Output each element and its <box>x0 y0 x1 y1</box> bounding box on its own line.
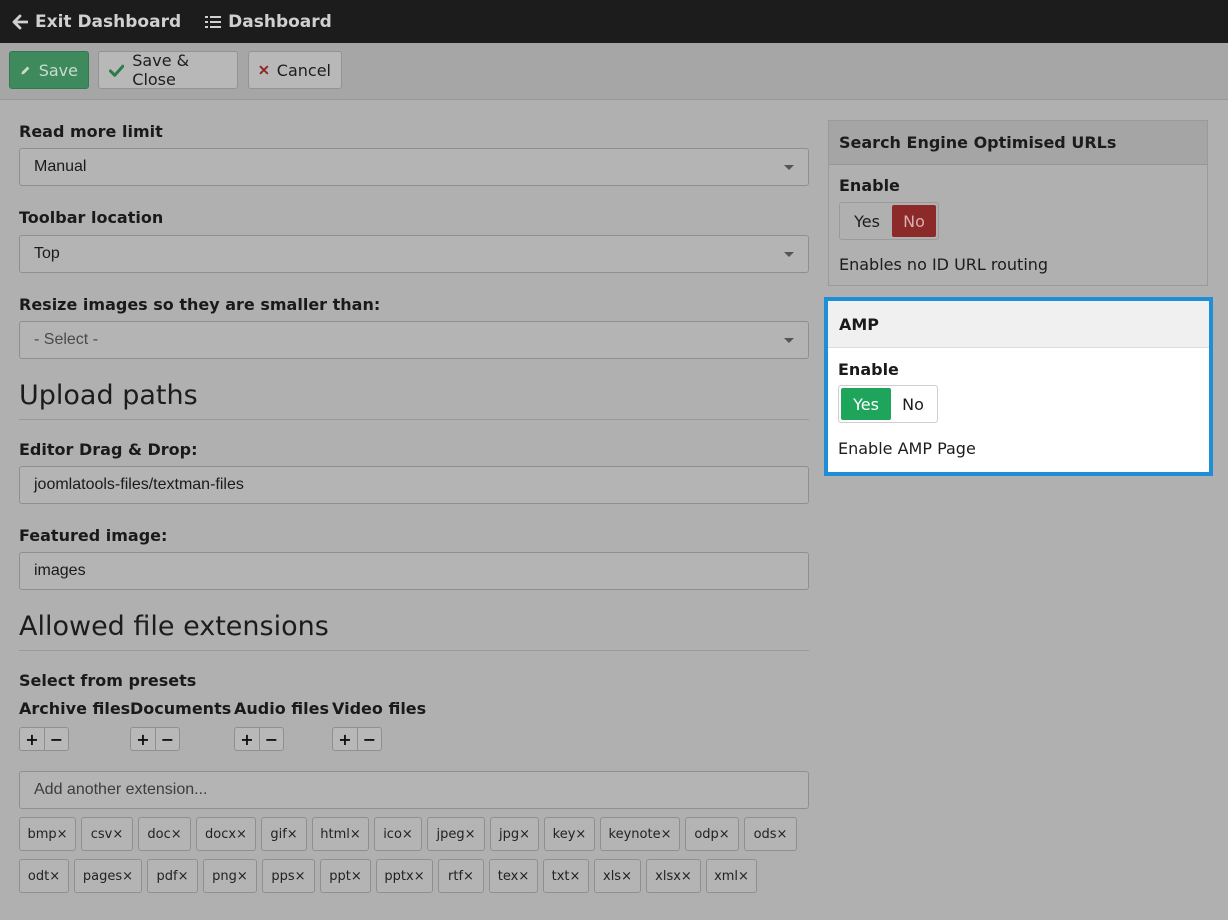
read-more-select[interactable]: Manual <box>19 148 809 186</box>
upload-paths-heading: Upload paths <box>19 380 809 420</box>
save-button[interactable]: Save <box>9 51 89 89</box>
amp-panel: AMP Enable Yes No Enable AMP Page <box>824 297 1213 476</box>
extension-tag[interactable]: bmp× <box>19 817 76 851</box>
top-bar: Exit Dashboard Dashboard <box>0 0 1228 43</box>
preset-audio-remove-button[interactable]: − <box>259 728 283 750</box>
cancel-button[interactable]: Cancel <box>248 51 342 89</box>
extension-tag[interactable]: pdf× <box>147 859 198 893</box>
preset-archive-label: Archive files <box>19 699 131 718</box>
amp-panel-title: AMP <box>828 301 1209 348</box>
preset-audio-controls: + − <box>234 727 284 751</box>
preset-documents-controls: + − <box>130 727 180 751</box>
save-close-label: Save & Close <box>132 51 190 89</box>
read-more-value: Manual <box>34 158 87 175</box>
extension-tag[interactable]: xls× <box>594 859 641 893</box>
add-extension-placeholder: Add another extension... <box>34 781 208 798</box>
preset-archive-remove-button[interactable]: − <box>44 728 68 750</box>
amp-yes-option[interactable]: Yes <box>841 388 891 420</box>
extension-tag[interactable]: pages× <box>74 859 142 893</box>
extension-tag[interactable]: tex× <box>489 859 538 893</box>
preset-archive-controls: + − <box>19 727 69 751</box>
extension-tag[interactable]: odt× <box>19 859 69 893</box>
extension-tag[interactable]: jpeg× <box>427 817 485 851</box>
toolbar-location-value: Top <box>34 245 60 262</box>
extension-tag[interactable]: keynote× <box>600 817 680 851</box>
resize-images-select[interactable]: - Select - <box>19 321 809 359</box>
extension-tag[interactable]: xml× <box>706 859 757 893</box>
toolbar-location-select[interactable]: Top <box>19 235 809 273</box>
preset-video-controls: + − <box>332 727 382 751</box>
chevron-down-icon <box>784 165 794 170</box>
chevron-down-icon <box>784 252 794 257</box>
extension-tag[interactable]: pps× <box>262 859 315 893</box>
preset-audio-add-button[interactable]: + <box>235 728 259 750</box>
editor-dnd-input[interactable]: joomlatools-files/textman-files <box>19 466 809 504</box>
amp-panel-body: Enable Yes No Enable AMP Page <box>828 348 1209 468</box>
preset-video-add-button[interactable]: + <box>333 728 357 750</box>
exit-dashboard-link[interactable]: Exit Dashboard <box>12 12 181 32</box>
extension-tag[interactable]: jpg× <box>490 817 539 851</box>
featured-image-label: Featured image: <box>19 526 168 545</box>
toolbar-location-label: Toolbar location <box>19 208 164 227</box>
preset-documents-label: Documents <box>130 699 232 718</box>
seo-panel-title: Search Engine Optimised URLs <box>829 121 1207 165</box>
resize-images-value: - Select - <box>34 331 99 348</box>
seo-panel: Search Engine Optimised URLs Enable Yes … <box>828 120 1208 286</box>
extension-tag[interactable]: odp× <box>685 817 739 851</box>
editor-dnd-value: joomlatools-files/textman-files <box>34 476 244 493</box>
seo-description: Enables no ID URL routing <box>839 255 1049 274</box>
pencil-icon <box>21 65 30 75</box>
amp-no-option[interactable]: No <box>891 388 935 420</box>
extension-tag[interactable]: html× <box>312 817 369 851</box>
arrow-left-icon <box>12 14 28 29</box>
extension-tag[interactable]: ods× <box>744 817 797 851</box>
amp-enable-toggle: Yes No <box>838 385 938 423</box>
dashboard-link[interactable]: Dashboard <box>205 12 332 32</box>
allowed-extensions-heading: Allowed file extensions <box>19 611 809 651</box>
seo-enable-label: Enable <box>839 176 900 195</box>
preset-archive-add-button[interactable]: + <box>20 728 44 750</box>
extension-tag[interactable]: png× <box>203 859 257 893</box>
extension-tag[interactable]: ppt× <box>320 859 371 893</box>
seo-panel-body: Enable Yes No Enables no ID URL routing <box>829 165 1207 285</box>
extension-tag[interactable]: rtf× <box>438 859 484 893</box>
resize-images-label: Resize images so they are smaller than: <box>19 295 381 314</box>
preset-video-label: Video files <box>332 699 427 718</box>
preset-documents-add-button[interactable]: + <box>131 728 155 750</box>
extension-tag[interactable]: doc× <box>138 817 191 851</box>
check-icon <box>109 64 125 77</box>
seo-yes-option[interactable]: Yes <box>842 205 892 237</box>
extension-tag[interactable]: txt× <box>543 859 589 893</box>
save-close-button[interactable]: Save & Close <box>98 51 238 89</box>
chevron-down-icon <box>784 338 794 343</box>
action-toolbar: Save Save & Close Cancel <box>0 43 1228 100</box>
extension-tag[interactable]: key× <box>544 817 595 851</box>
extension-tag[interactable]: csv× <box>81 817 133 851</box>
extension-tag[interactable]: xlsx× <box>646 859 701 893</box>
amp-description: Enable AMP Page <box>838 439 976 458</box>
extension-tag[interactable]: docx× <box>196 817 256 851</box>
exit-dashboard-label: Exit Dashboard <box>35 11 182 32</box>
preset-audio-label: Audio files <box>234 699 329 718</box>
dashboard-label: Dashboard <box>228 11 332 32</box>
read-more-label: Read more limit <box>19 122 163 141</box>
save-label: Save <box>38 60 78 80</box>
extension-tag[interactable]: gif× <box>261 817 307 851</box>
extension-tag[interactable]: pptx× <box>376 859 433 893</box>
cancel-label: Cancel <box>276 60 331 80</box>
amp-enable-label: Enable <box>838 360 899 379</box>
close-icon <box>259 65 269 75</box>
presets-label: Select from presets <box>19 671 197 690</box>
preset-documents-remove-button[interactable]: − <box>155 728 179 750</box>
seo-enable-toggle: Yes No <box>839 202 939 240</box>
preset-video-remove-button[interactable]: − <box>357 728 381 750</box>
seo-no-option[interactable]: No <box>892 205 936 237</box>
featured-image-value: images <box>34 562 86 579</box>
extension-tag[interactable]: ico× <box>374 817 422 851</box>
featured-image-input[interactable]: images <box>19 552 809 590</box>
list-icon <box>205 15 222 28</box>
add-extension-input[interactable]: Add another extension... <box>19 771 809 809</box>
editor-dnd-label: Editor Drag & Drop: <box>19 440 198 459</box>
